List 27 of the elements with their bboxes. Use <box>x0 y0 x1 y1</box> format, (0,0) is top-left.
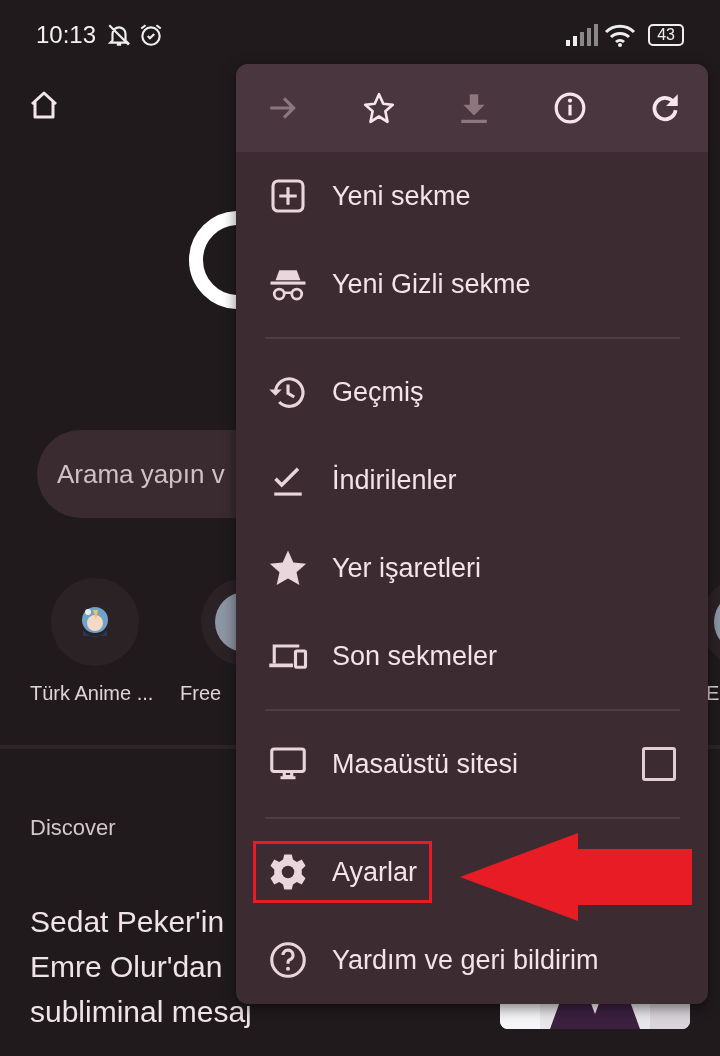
menu-item[interactable]: Yer işaretleri <box>253 537 497 599</box>
info-icon[interactable] <box>552 91 587 125</box>
bookmark-star-icon[interactable] <box>361 91 396 125</box>
shortcut-label: Free <box>180 682 222 705</box>
home-icon[interactable] <box>28 89 60 121</box>
settings-icon <box>268 852 308 892</box>
shortcut-label: Türk Anime ... <box>30 682 154 705</box>
menu-item[interactable]: Geçmiş <box>253 361 439 423</box>
menu-item[interactable]: Masaüstü sitesi <box>253 733 534 795</box>
plus-square-icon <box>268 176 308 216</box>
menu-item[interactable]: Yeni Gizli sekme <box>253 253 546 315</box>
section-heading: Discover <box>30 815 116 841</box>
article-title[interactable]: subliminal mesaj <box>30 989 252 1034</box>
menu-item[interactable]: Yardım ve geri bildirim <box>253 929 614 991</box>
help-icon <box>268 940 308 980</box>
menu-item[interactable]: İndirilenler <box>253 449 472 511</box>
signal-icon <box>566 24 599 46</box>
checkbox[interactable] <box>642 747 676 781</box>
logo-icon <box>188 210 236 310</box>
menu-item[interactable]: Yeni sekme <box>253 165 486 227</box>
bell-muted-icon <box>106 22 133 48</box>
shortcut-label: E <box>706 682 720 705</box>
status-time: 10:13 <box>36 21 97 49</box>
menu-item[interactable]: Son sekmeler <box>253 625 513 687</box>
wifi-icon <box>604 23 637 47</box>
menu-item[interactable]: Ayarlar <box>253 841 433 903</box>
battery-indicator: 43 <box>648 24 684 46</box>
